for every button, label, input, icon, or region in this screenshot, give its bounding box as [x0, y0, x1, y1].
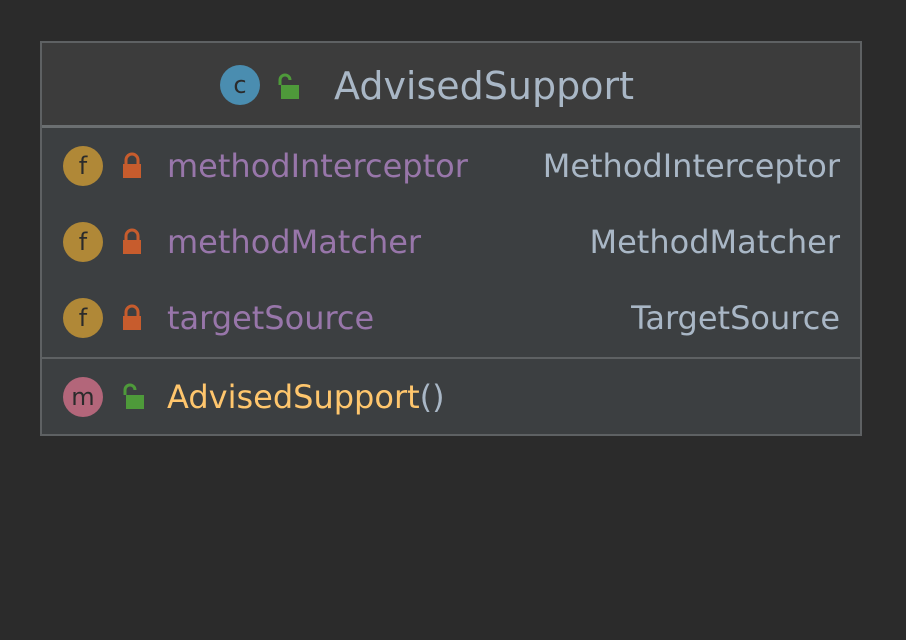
field-name: targetSource: [167, 299, 375, 337]
method-name: AdvisedSupport: [167, 378, 420, 416]
field-type: TargetSource: [631, 299, 840, 337]
class-icon: c: [220, 65, 260, 105]
method-signature: AdvisedSupport(): [167, 377, 445, 417]
methods-section: m AdvisedSupport(): [42, 359, 860, 436]
unlocked-public-icon: [275, 73, 299, 99]
uml-class-box[interactable]: c AdvisedSupport f methodInterceptor Met…: [40, 41, 862, 436]
field-type: MethodInterceptor: [542, 147, 840, 185]
field-row[interactable]: f targetSource TargetSource: [42, 280, 860, 356]
unlocked-public-icon: [120, 383, 144, 409]
locked-private-icon: [120, 152, 144, 178]
method-row[interactable]: m AdvisedSupport(): [42, 359, 860, 435]
field-icon: f: [63, 222, 103, 262]
field-name: methodInterceptor: [167, 147, 468, 185]
method-params: (): [419, 378, 445, 416]
locked-private-icon: [120, 228, 144, 254]
field-name: methodMatcher: [167, 223, 422, 261]
fields-section: f methodInterceptor MethodInterceptor f …: [42, 128, 860, 359]
locked-private-icon: [120, 304, 144, 330]
field-icon: f: [63, 298, 103, 338]
class-name: AdvisedSupport: [334, 64, 635, 108]
field-row[interactable]: f methodMatcher MethodMatcher: [42, 204, 860, 280]
method-icon: m: [63, 377, 103, 417]
field-icon: f: [63, 146, 103, 186]
class-header: c AdvisedSupport: [42, 43, 860, 128]
field-type: MethodMatcher: [589, 223, 841, 261]
field-row[interactable]: f methodInterceptor MethodInterceptor: [42, 128, 860, 204]
